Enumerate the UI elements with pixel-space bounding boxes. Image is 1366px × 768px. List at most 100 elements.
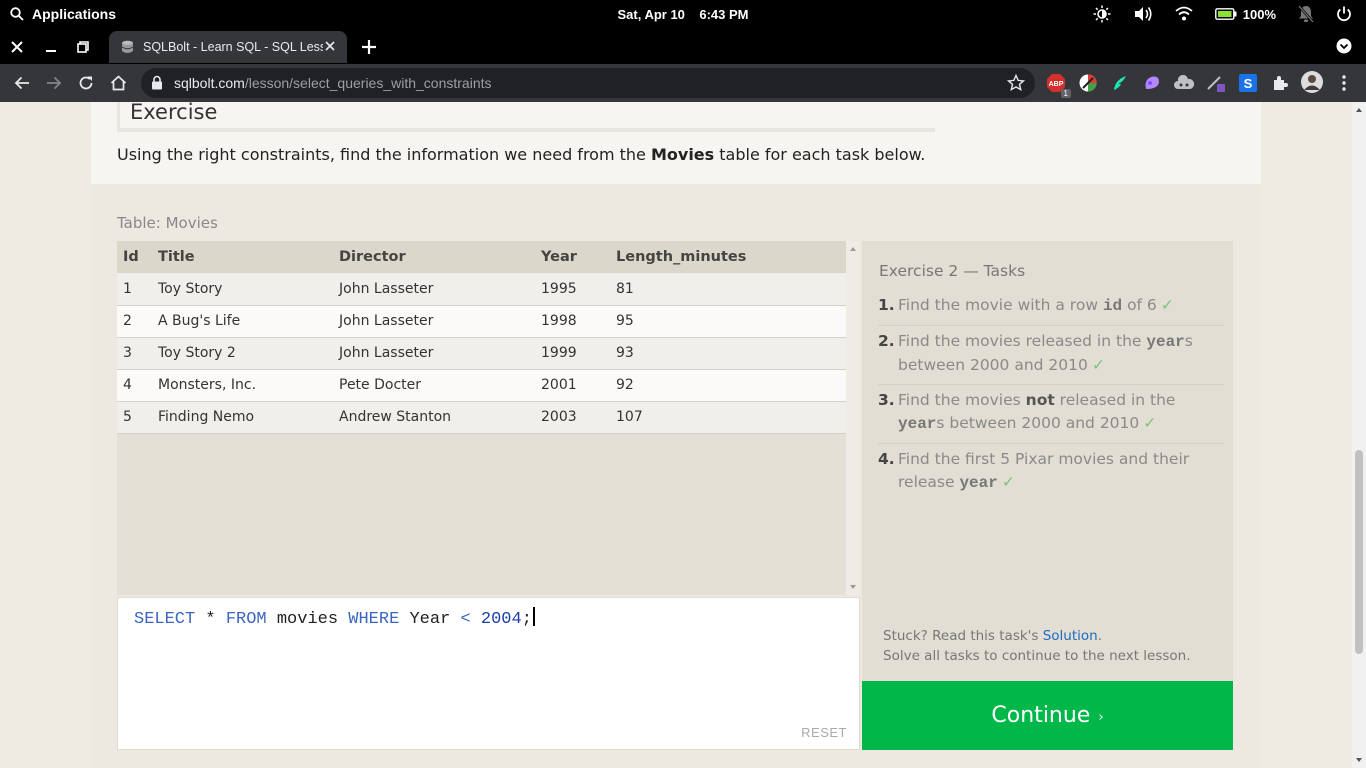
query-operator: < — [460, 610, 471, 629]
cell-length: 92 — [616, 369, 846, 402]
purple-blob-icon — [1145, 76, 1159, 89]
task-complete-check-icon: ✓ — [1143, 414, 1157, 432]
cell-id: 4 — [117, 369, 158, 402]
scroll-down-arrow-icon[interactable] — [846, 581, 860, 593]
url-text: sqlbolt.com/lesson/select_queries_with_c… — [174, 75, 492, 91]
task-complete-check-icon: ✓ — [1091, 356, 1105, 374]
task-text: Find the movies — [898, 390, 1026, 409]
s-extension[interactable]: S — [1238, 73, 1258, 93]
window-close-button[interactable] — [6, 36, 28, 58]
intro-table-name: Movies — [650, 145, 715, 164]
keyword-from: FROM — [225, 610, 267, 629]
tab-close-icon[interactable] — [323, 39, 337, 53]
cloud-extension[interactable] — [1174, 73, 1194, 93]
sql-editor[interactable]: SELECT * FROM movies WHERE Year < 2004; … — [117, 597, 860, 750]
column-header-title: Title — [158, 241, 339, 273]
wifi-icon[interactable] — [1175, 6, 1193, 22]
notifications-off-icon[interactable] — [1298, 5, 1314, 23]
task-code: id — [1102, 297, 1123, 315]
pen-extension[interactable] — [1206, 73, 1226, 93]
cell-year: 2001 — [541, 369, 616, 402]
movies-table: Id Title Director Year Length_minutes 1 … — [117, 241, 846, 434]
results-table-container[interactable]: Id Title Director Year Length_minutes 1 … — [117, 241, 860, 595]
adblock-extension[interactable]: ABP 1 — [1046, 73, 1071, 98]
query-space — [471, 610, 481, 629]
scroll-up-arrow-icon[interactable] — [1352, 104, 1366, 116]
adblock-badge: 1 — [1060, 89, 1071, 98]
cell-id: 1 — [117, 273, 158, 306]
tab-search-chevron-icon[interactable] — [1336, 38, 1352, 54]
task-complete-check-icon: ✓ — [1160, 296, 1174, 314]
page-scrollbar[interactable] — [1352, 102, 1366, 768]
scrollbar-thumb[interactable] — [1355, 450, 1363, 654]
battery-percent: 100% — [1242, 6, 1276, 22]
url-path: /lesson/select_queries_with_constraints — [244, 75, 492, 91]
window-minimize-button[interactable] — [40, 36, 62, 58]
task-complete-check-icon: ✓ — [1001, 473, 1015, 491]
task-number: 2. — [878, 331, 895, 350]
column-header-director: Director — [339, 241, 541, 273]
cell-id: 5 — [117, 401, 158, 434]
volume-icon[interactable] — [1133, 5, 1153, 23]
tab-title: SQLBolt - Learn SQL - SQL Lesson — [143, 40, 323, 54]
keyword-where: WHERE — [348, 610, 400, 629]
cell-year: 1995 — [541, 273, 616, 306]
color-wheel-icon — [1079, 74, 1097, 92]
new-tab-icon[interactable] — [358, 36, 380, 58]
bookmark-star-icon[interactable] — [1007, 74, 1025, 92]
task-number: 3. — [878, 390, 895, 409]
feather-icon — [1114, 76, 1126, 90]
solution-link[interactable]: Solution — [1043, 628, 1098, 644]
purple-extension[interactable] — [1142, 73, 1162, 93]
browser-tab-active[interactable]: SQLBolt - Learn SQL - SQL Lesson — [109, 31, 347, 63]
cell-year: 2003 — [541, 401, 616, 434]
cell-length: 93 — [616, 337, 846, 370]
browser-toolbar: sqlbolt.com/lesson/select_queries_with_c… — [0, 64, 1366, 102]
query-number: 2004 — [480, 610, 522, 629]
query-end: ; — [521, 610, 532, 629]
window-restore-button[interactable] — [72, 36, 94, 58]
system-tray: 100% — [1093, 5, 1352, 23]
cell-title: Finding Nemo — [158, 401, 339, 434]
s-badge-icon: S — [1239, 74, 1257, 92]
lock-icon[interactable] — [151, 75, 163, 90]
reload-button[interactable] — [75, 72, 97, 94]
table-header-row: Id Title Director Year Length_minutes — [117, 241, 846, 273]
scroll-down-arrow-icon[interactable] — [1352, 754, 1366, 766]
reload-icon — [79, 76, 93, 90]
task-code: year — [959, 474, 998, 492]
puzzle-icon — [1274, 76, 1288, 90]
scroll-up-arrow-icon[interactable] — [846, 243, 860, 255]
cell-director: Pete Docter — [339, 369, 541, 402]
url-host: sqlbolt.com — [174, 75, 245, 91]
task-code: year — [1146, 332, 1185, 351]
forward-button[interactable] — [43, 72, 65, 94]
power-icon[interactable] — [1336, 6, 1352, 22]
back-button[interactable] — [11, 72, 33, 94]
arrow-left-icon — [14, 76, 29, 90]
table-label: Table: Movies — [117, 214, 218, 232]
color-wheel-extension[interactable] — [1078, 73, 1098, 93]
extensions-button[interactable] — [1270, 73, 1290, 93]
sql-query-text[interactable]: SELECT * FROM movies WHERE Year < 2004; — [134, 607, 535, 629]
text-cursor — [532, 607, 535, 626]
browser-menu-button[interactable] — [1334, 73, 1354, 93]
table-scrollbar[interactable] — [846, 241, 860, 595]
task-number: 4. — [878, 449, 895, 468]
task-emphasis: not — [1025, 390, 1055, 409]
task-text: s between 2000 and 2010 — [936, 414, 1140, 432]
feather-extension[interactable] — [1110, 73, 1130, 93]
home-button[interactable] — [107, 72, 129, 94]
task-text: Find the movie with a row — [898, 296, 1103, 314]
night-light-icon[interactable] — [1093, 5, 1111, 23]
table-row: 2 A Bug's Life John Lasseter 1998 95 — [117, 305, 846, 338]
reset-button[interactable]: RESET — [801, 725, 847, 740]
task-text: Find the movies released in the — [898, 331, 1147, 350]
intro-text-before: Using the right constraints, find the in… — [117, 145, 651, 164]
battery-indicator[interactable]: 100% — [1214, 6, 1276, 22]
continue-button[interactable]: Continue › — [862, 681, 1233, 750]
exercise-header: Exercise — [117, 102, 935, 132]
exercise-intro: Using the right constraints, find the in… — [117, 145, 925, 164]
profile-avatar[interactable] — [1301, 71, 1323, 93]
address-bar[interactable]: sqlbolt.com/lesson/select_queries_with_c… — [141, 68, 1035, 98]
